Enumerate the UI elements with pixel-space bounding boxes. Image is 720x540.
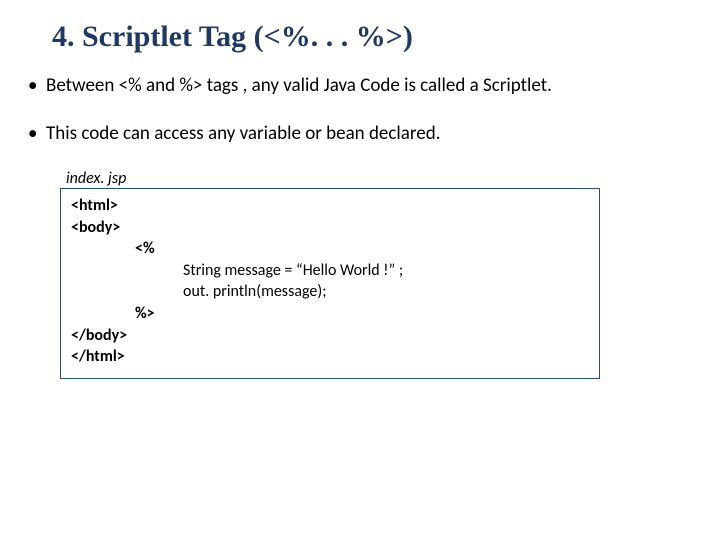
slide-title: 4. Scriptlet Tag (<%. . . %>) — [52, 20, 696, 54]
code-filename: index. jsp — [66, 169, 600, 188]
code-box: <html> <body> <% String message = “Hello… — [60, 188, 600, 379]
slide: 4. Scriptlet Tag (<%. . . %>) Between <%… — [0, 0, 720, 399]
bullet-list: Between <% and %> tags , any valid Java … — [24, 72, 696, 147]
code-example: index. jsp <html> <body> <% String messa… — [60, 169, 600, 379]
code-line: <% — [71, 238, 589, 260]
code-line: <body> — [71, 217, 589, 239]
code-line: String message = “Hello World !” ; — [71, 260, 589, 282]
code-line: </body> — [71, 325, 589, 347]
bullet-item: Between <% and %> tags , any valid Java … — [24, 72, 696, 100]
code-line: out. println(message); — [71, 281, 589, 303]
code-line: %> — [71, 303, 589, 325]
code-line: </html> — [71, 346, 589, 368]
code-line: <html> — [71, 195, 589, 217]
bullet-item: This code can access any variable or bea… — [24, 120, 696, 148]
